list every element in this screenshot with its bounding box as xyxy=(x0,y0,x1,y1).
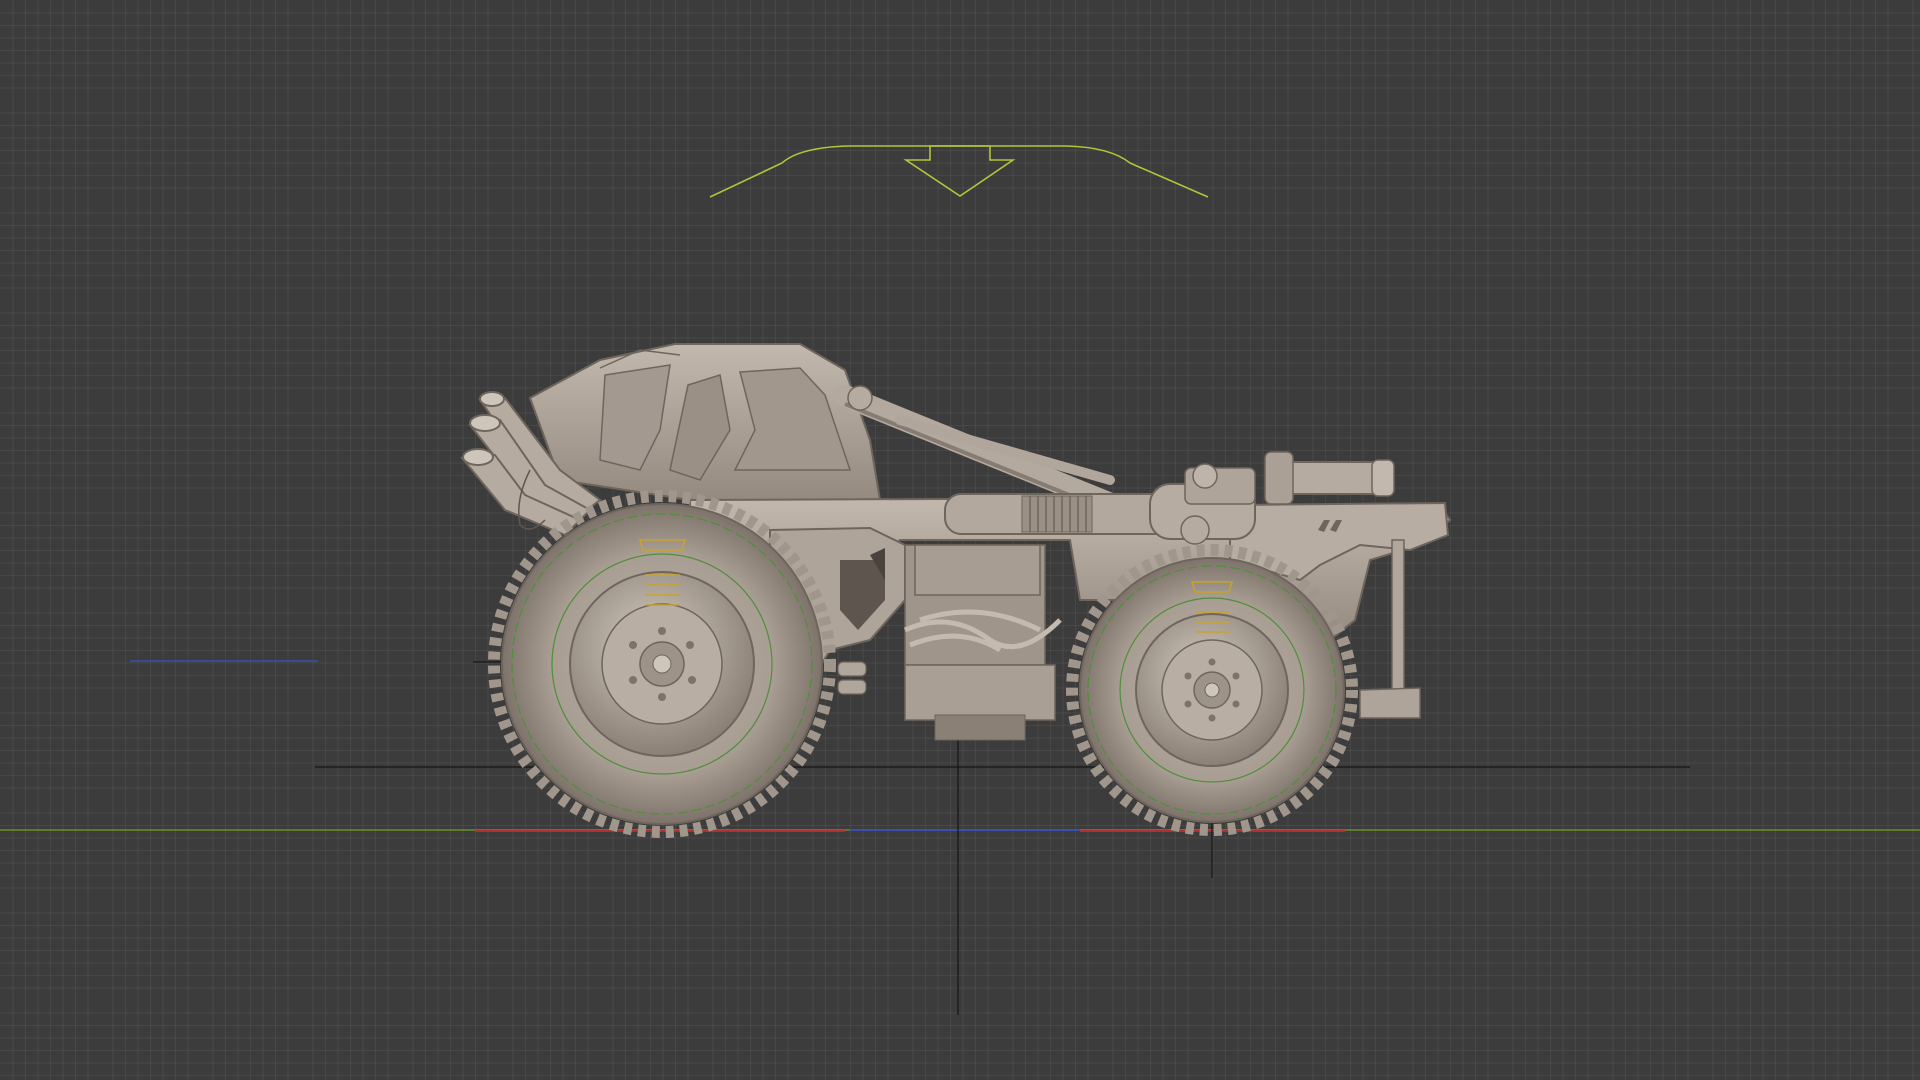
engine-mount-ring xyxy=(1180,515,1210,545)
viewport-canvas[interactable] xyxy=(0,0,1920,1080)
rear-hub-cap xyxy=(1204,682,1220,698)
rear-fitting-knob xyxy=(1192,463,1218,489)
camera-gizmo[interactable] xyxy=(709,145,1209,198)
front-clip xyxy=(837,661,867,677)
3d-viewport[interactable] xyxy=(0,0,1920,1080)
jack-post xyxy=(1391,539,1405,691)
jack-base xyxy=(1359,687,1421,719)
front-clip-2 xyxy=(837,679,867,695)
pipe-spring xyxy=(1021,495,1093,533)
camera-direction-arrow-icon xyxy=(903,145,1016,197)
engine-box xyxy=(914,544,1041,596)
rear-pipe-cap xyxy=(1371,459,1395,497)
front-hub-cap xyxy=(652,654,672,674)
camera-frustum-outline xyxy=(709,145,1209,198)
canopy-ring xyxy=(847,385,873,411)
lower-tank-2 xyxy=(934,714,1026,741)
lower-tank xyxy=(904,664,1056,721)
rear-valve xyxy=(1264,451,1294,505)
